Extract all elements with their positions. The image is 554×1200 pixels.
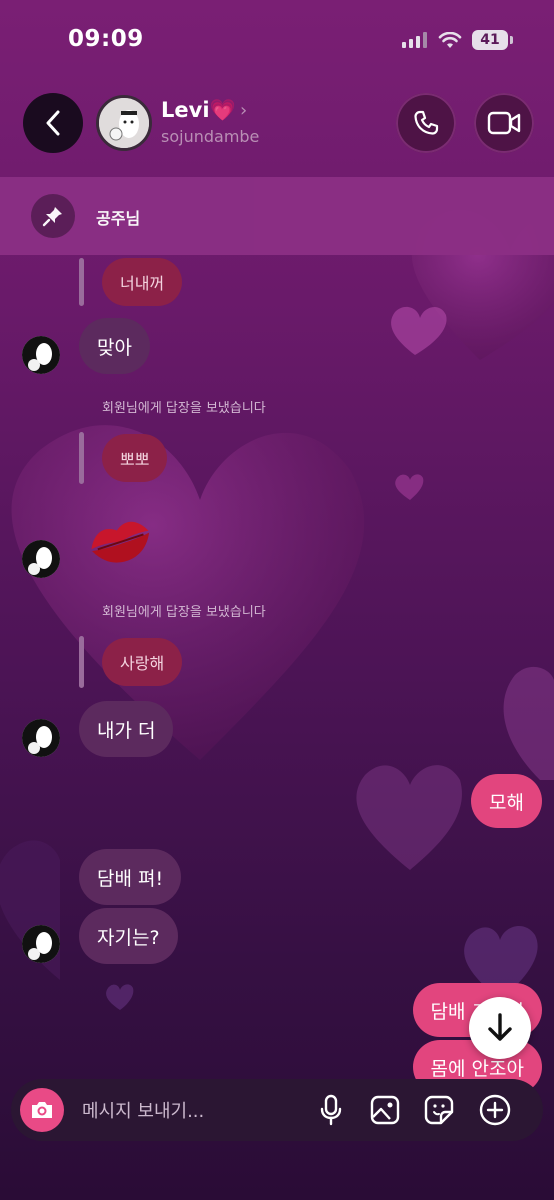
camera-icon — [32, 1102, 52, 1118]
gallery-button[interactable] — [367, 1092, 403, 1128]
sender-avatar[interactable] — [22, 540, 60, 578]
chat-header: Levi💗 › sojundambe — [0, 90, 554, 160]
battery-indicator: 41 — [472, 30, 513, 50]
avatar-image — [99, 98, 149, 148]
wifi-icon — [438, 31, 462, 48]
more-options-button[interactable] — [477, 1092, 513, 1128]
image-icon — [370, 1095, 400, 1125]
avatar-image — [22, 925, 60, 963]
pinned-message-bar[interactable]: 공주님 — [0, 177, 554, 255]
status-bar: 09:09 41 — [0, 0, 554, 80]
back-icon — [46, 110, 60, 136]
contact-name[interactable]: Levi💗 — [161, 98, 236, 123]
reply-indicator — [79, 432, 84, 484]
reply-note: 회원님에게 답장을 보냈습니다 — [102, 605, 266, 620]
chevron-right-icon: › — [240, 100, 248, 121]
microphone-button[interactable] — [313, 1092, 349, 1128]
message-composer — [11, 1079, 543, 1141]
status-icons: 41 — [402, 30, 513, 50]
replied-message[interactable]: 뽀뽀 — [102, 434, 168, 482]
replied-message[interactable]: 사랑해 — [102, 638, 183, 686]
mic-icon — [320, 1094, 342, 1126]
incoming-message[interactable]: 담배 펴! — [79, 849, 182, 905]
contact-username[interactable]: sojundambe — [161, 127, 259, 146]
arrow-down-icon — [488, 1013, 512, 1041]
reply-indicator — [79, 636, 84, 688]
sticker-button[interactable] — [421, 1092, 457, 1128]
sticker-icon — [424, 1095, 454, 1125]
message-input[interactable] — [80, 1097, 314, 1125]
contact-avatar[interactable] — [96, 95, 152, 151]
plus-icon — [479, 1094, 511, 1126]
voice-call-button[interactable] — [396, 93, 456, 153]
incoming-message[interactable]: 내가 더 — [79, 701, 174, 757]
kiss-icon[interactable] — [84, 512, 156, 568]
incoming-message[interactable]: 맞아 — [79, 318, 150, 374]
status-time: 09:09 — [68, 26, 144, 52]
video-call-button[interactable] — [474, 93, 534, 153]
avatar-image — [22, 719, 60, 757]
sender-avatar[interactable] — [22, 336, 60, 374]
scroll-to-bottom-button[interactable] — [469, 997, 531, 1059]
incoming-message[interactable]: 자기는? — [79, 908, 178, 964]
outgoing-message[interactable]: 모해 — [471, 774, 542, 828]
cellular-signal-icon — [402, 32, 427, 48]
camera-button[interactable] — [20, 1088, 64, 1132]
video-icon — [487, 111, 521, 135]
phone-icon — [414, 110, 439, 135]
pin-badge — [31, 194, 75, 238]
avatar-image — [22, 540, 60, 578]
pin-icon — [42, 207, 62, 227]
avatar-image — [22, 336, 60, 374]
replied-message[interactable]: 너내꺼 — [102, 258, 183, 306]
sender-avatar[interactable] — [22, 925, 60, 963]
reply-indicator — [79, 258, 84, 306]
sender-avatar[interactable] — [22, 719, 60, 757]
pinned-label: 공주님 — [96, 209, 141, 228]
reply-note: 회원님에게 답장을 보냈습니다 — [102, 401, 266, 416]
back-button[interactable] — [23, 93, 83, 153]
